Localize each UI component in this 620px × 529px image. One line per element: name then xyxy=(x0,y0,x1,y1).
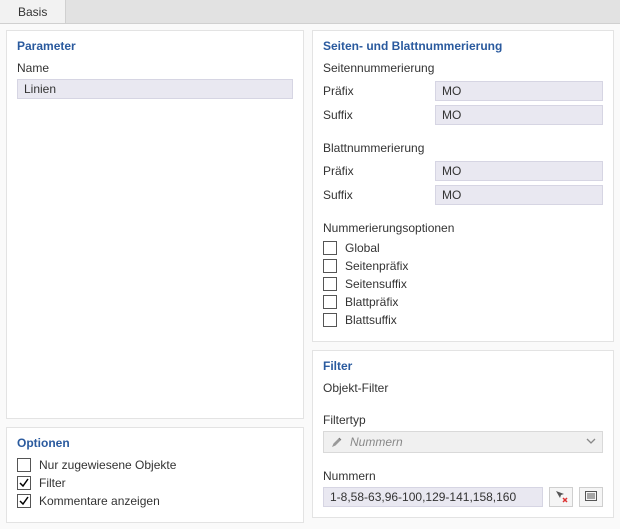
filter-type-value: Nummern xyxy=(350,435,403,449)
numbering-option-row: Blattsuffix xyxy=(323,313,603,327)
option-row: Kommentare anzeigen xyxy=(17,494,293,508)
numbering-options-heading: Nummerierungsoptionen xyxy=(323,221,603,235)
parameter-name-input[interactable]: Linien xyxy=(17,79,293,99)
panel-numbering: Seiten- und Blattnummerierung Seitennumm… xyxy=(312,30,614,342)
filter-numbers-input[interactable]: 1-8,58-63,96-100,129-141,158,160 xyxy=(323,487,543,507)
option-row: Nur zugewiesene Objekte xyxy=(17,458,293,472)
page-suffix-input[interactable]: MO xyxy=(435,105,603,125)
page-prefix-input[interactable]: MO xyxy=(435,81,603,101)
numbering-option-row: Global xyxy=(323,241,603,255)
parameter-name-label: Name xyxy=(17,61,293,75)
sheet-suffix-input[interactable]: MO xyxy=(435,185,603,205)
numbering-option-label: Global xyxy=(345,241,380,255)
panel-optionen-title: Optionen xyxy=(17,436,293,450)
numbering-option-row: Blattpräfix xyxy=(323,295,603,309)
tab-basis-label: Basis xyxy=(18,5,47,19)
page-numbering-heading: Seitennummerierung xyxy=(323,61,603,75)
content-area: Parameter Name Linien Optionen Nur zugew… xyxy=(0,24,620,529)
numbering-option-row: Seitenpräfix xyxy=(323,259,603,273)
option-row: Filter xyxy=(17,476,293,490)
page-suffix-label: Suffix xyxy=(323,108,429,122)
option-label: Kommentare anzeigen xyxy=(39,494,160,508)
panel-numbering-title: Seiten- und Blattnummerierung xyxy=(323,39,603,53)
filter-type-label: Filtertyp xyxy=(323,413,603,427)
filter-numbers-label: Nummern xyxy=(323,469,603,483)
page-prefix-label: Präfix xyxy=(323,84,429,98)
checkbox[interactable] xyxy=(323,313,337,327)
checkbox[interactable] xyxy=(17,494,31,508)
filter-type-select[interactable]: Nummern xyxy=(323,431,603,453)
kv-row: Präfix MO xyxy=(323,81,603,101)
checkbox[interactable] xyxy=(323,277,337,291)
left-column: Parameter Name Linien Optionen Nur zugew… xyxy=(6,30,304,523)
numbering-option-label: Seitensuffix xyxy=(345,277,407,291)
pencil-icon xyxy=(330,435,344,449)
list-dialog-button[interactable] xyxy=(579,487,603,507)
panel-parameter: Parameter Name Linien xyxy=(6,30,304,419)
right-column: Seiten- und Blattnummerierung Seitennumm… xyxy=(312,30,614,523)
panel-filter-title: Filter xyxy=(323,359,603,373)
tab-basis[interactable]: Basis xyxy=(0,0,66,23)
sheet-numbering-heading: Blattnummerierung xyxy=(323,141,603,155)
filter-numbers-row: 1-8,58-63,96-100,129-141,158,160 xyxy=(323,487,603,507)
checkbox[interactable] xyxy=(323,259,337,273)
panel-optionen: Optionen Nur zugewiesene Objekte Filter … xyxy=(6,427,304,523)
pick-object-button[interactable] xyxy=(549,487,573,507)
numbering-option-label: Blattpräfix xyxy=(345,295,398,309)
kv-row: Suffix MO xyxy=(323,185,603,205)
checkbox[interactable] xyxy=(17,476,31,490)
panel-parameter-title: Parameter xyxy=(17,39,293,53)
kv-row: Suffix MO xyxy=(323,105,603,125)
numbering-option-label: Blattsuffix xyxy=(345,313,397,327)
sheet-prefix-input[interactable]: MO xyxy=(435,161,603,181)
numbering-option-row: Seitensuffix xyxy=(323,277,603,291)
tab-bar: Basis xyxy=(0,0,620,24)
checkbox[interactable] xyxy=(17,458,31,472)
chevron-down-icon xyxy=(586,435,596,449)
sheet-prefix-label: Präfix xyxy=(323,164,429,178)
numbering-option-label: Seitenpräfix xyxy=(345,259,408,273)
list-dialog-icon xyxy=(584,489,598,506)
pick-object-icon xyxy=(554,489,568,506)
object-filter-label: Objekt-Filter xyxy=(323,381,603,395)
checkbox[interactable] xyxy=(323,241,337,255)
option-label: Filter xyxy=(39,476,66,490)
kv-row: Präfix MO xyxy=(323,161,603,181)
checkbox[interactable] xyxy=(323,295,337,309)
sheet-suffix-label: Suffix xyxy=(323,188,429,202)
panel-filter: Filter Objekt-Filter Filtertyp Nummern N… xyxy=(312,350,614,518)
option-label: Nur zugewiesene Objekte xyxy=(39,458,176,472)
